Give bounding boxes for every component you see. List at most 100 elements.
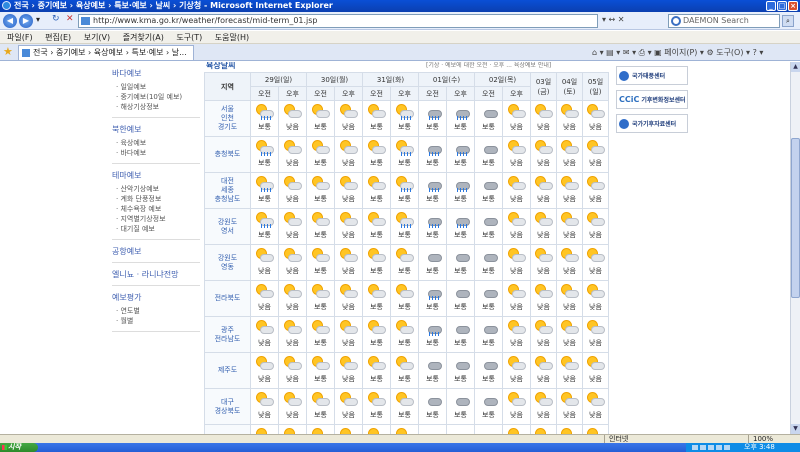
sidebar-item[interactable]: · 바다예보 [112,148,204,158]
partly-cloudy-icon [311,104,331,120]
sidebar-section-title[interactable]: 엘니뇨 · 라니냐전망 [112,269,204,280]
rain-probability-label: 낮음 [510,411,523,419]
quicklink-banner[interactable]: CCiC 기후변화정보센터 [616,90,688,109]
partly-cloudy-icon [560,320,580,336]
rain-probability-label: 보통 [258,231,271,239]
minimize-button[interactable]: _ [766,1,776,11]
cloudy-icon [451,392,471,408]
forecast-cell: 낮음 [250,388,279,425]
sidebar-section-title[interactable]: 북한예보 [112,124,204,135]
partly-cloudy-icon [367,284,387,300]
cloudy-rain-icon [423,320,443,336]
forecast-cell [582,424,609,434]
menu-tools[interactable]: 도구(T) [176,31,202,44]
menu-file[interactable]: 파일(F) [7,31,33,44]
forecast-cell: 보통 [306,352,335,389]
forecast-cell: 보통 [390,388,419,425]
sidebar-section-title[interactable]: 예보평가 [112,292,204,303]
close-button[interactable]: × [788,1,798,11]
rain-probability-label: 보통 [370,303,383,311]
menu-help[interactable]: 도움말(H) [215,31,249,44]
status-bar: 인터넷 100% [0,434,800,443]
sidebar-item[interactable]: · 해상기상정보 [112,102,204,112]
cloudy-icon [423,248,443,264]
rain-probability-label: 보통 [258,123,271,131]
favorites-star-icon[interactable]: ★ [3,46,13,58]
sidebar-item[interactable]: · 대기질 예보 [112,224,204,234]
rain-probability-label: 보통 [398,231,411,239]
back-button[interactable]: ◀ [3,14,17,28]
partly-cloudy-icon [339,392,359,408]
forward-button[interactable]: ▶ [19,14,33,28]
start-button[interactable]: 시작 [0,443,38,452]
partly-cloudy-rain-icon [395,212,415,228]
cloudy-icon [451,356,471,372]
rain-probability-label: 낮음 [510,123,523,131]
refresh-icon[interactable]: ↻ [52,14,60,24]
sidebar-section-title[interactable]: 공항예보 [112,246,204,257]
scroll-up-icon[interactable]: ▲ [791,62,800,72]
day-header: 05일 (일) [582,72,609,101]
sidebar-section-title[interactable]: 바다예보 [112,68,204,79]
sidebar-section-title[interactable]: 테마예보 [112,170,204,181]
forecast-cell: 낮음 [530,388,557,425]
sidebar-item[interactable]: · 중기예보(10일 예보) [112,92,204,102]
quicklink-banner[interactable]: 국가기후자료센터 [616,114,688,133]
forecast-cell: 낮음 [334,280,363,317]
rain-probability-label: 낮음 [537,411,550,419]
sidebar-item[interactable]: · 육상예보 [112,138,204,148]
forecast-cell: 낮음 [530,208,557,245]
cloudy-rain-icon [423,284,443,300]
partly-cloudy-icon [255,392,275,408]
forecast-row: 제주도 낮음 낮음 보통 낮음 보통 보통 보통 보통 보통 낮음 낮음 낮음 낮음 [204,352,609,389]
sidebar-item[interactable]: · 계화 단풍정보 [112,194,204,204]
tray-icon-security[interactable] [708,445,714,450]
address-tools[interactable]: ▾ ↔ ✕ [602,15,625,24]
partly-cloudy-icon [395,392,415,408]
ccic-logo: CCiC [619,95,640,104]
sidebar-item[interactable]: · 월별 [112,316,204,326]
forecast-row: 강원도 영서 보통 낮음 보통 낮음 보통 보통 보통 보통 보통 낮음 낮음 낮음 낮음 [204,208,609,245]
search-go-button[interactable]: ⌕ [782,15,794,27]
rain-probability-label: 보통 [370,231,383,239]
tab-active[interactable]: 전국 › 중기예보 › 육상예보 › 특보·예보 › 날... [18,45,194,60]
rain-probability-label: 보통 [482,411,495,419]
menu-favorites[interactable]: 즐겨찾기(A) [123,31,164,44]
tray-icon-app[interactable] [716,445,722,450]
forecast-cell [502,424,531,434]
command-bar[interactable]: ⌂ ▾ ▤ ▾ ✉ ▾ ⎙ ▾ ▣ 페이지(P) ▾ ⚙ 도구(O) ▾ ? ▾ [592,47,763,58]
zoom-level[interactable]: 100% [748,435,773,443]
region-column-header: 지역 [204,72,251,101]
sidebar-item[interactable]: · 체수욕장 예보 [112,204,204,214]
forecast-cell: 낮음 [278,316,307,353]
nav-dropdown-icon[interactable]: ▾ [36,15,40,24]
vertical-scrollbar[interactable]: ▲ ▼ [790,62,800,434]
sidebar-item[interactable]: · 일일예보 [112,82,204,92]
scroll-down-icon[interactable]: ▼ [791,424,800,434]
maximize-button[interactable]: □ [777,1,787,11]
search-field[interactable]: DAEMON Search [668,14,780,28]
menu-view[interactable]: 보기(V) [84,31,110,44]
rain-probability-label: 낮음 [537,123,550,131]
rain-probability-label: 낮음 [563,159,576,167]
forecast-cell: 보통 [306,388,335,425]
sidebar-divider [112,285,200,286]
stop-icon[interactable]: ✕ [66,14,74,24]
rain-probability-label: 낮음 [258,303,271,311]
cloudy-icon [479,392,499,408]
sidebar-item[interactable]: · 연도별 [112,306,204,316]
scroll-thumb[interactable] [791,138,800,298]
forecast-cell: 낮음 [582,136,609,173]
taskbar: 시작 오후 3:48 [0,443,800,452]
menu-edit[interactable]: 편집(E) [45,31,71,44]
forecast-cell: 낮음 [530,280,557,317]
quicklink-banner[interactable]: 국가태풍센터 [616,66,688,85]
tray-icon-update[interactable] [724,445,730,450]
address-field[interactable]: http://www.kma.go.kr/weather/forecast/mi… [78,14,598,28]
tray-icon-network[interactable] [692,445,698,450]
rain-probability-label: 보통 [454,303,467,311]
forecast-cell: 보통 [390,208,419,245]
sidebar-item[interactable]: · 지역별기상정보 [112,214,204,224]
sidebar-item[interactable]: · 산악기상예보 [112,184,204,194]
tray-icon-volume[interactable] [700,445,706,450]
